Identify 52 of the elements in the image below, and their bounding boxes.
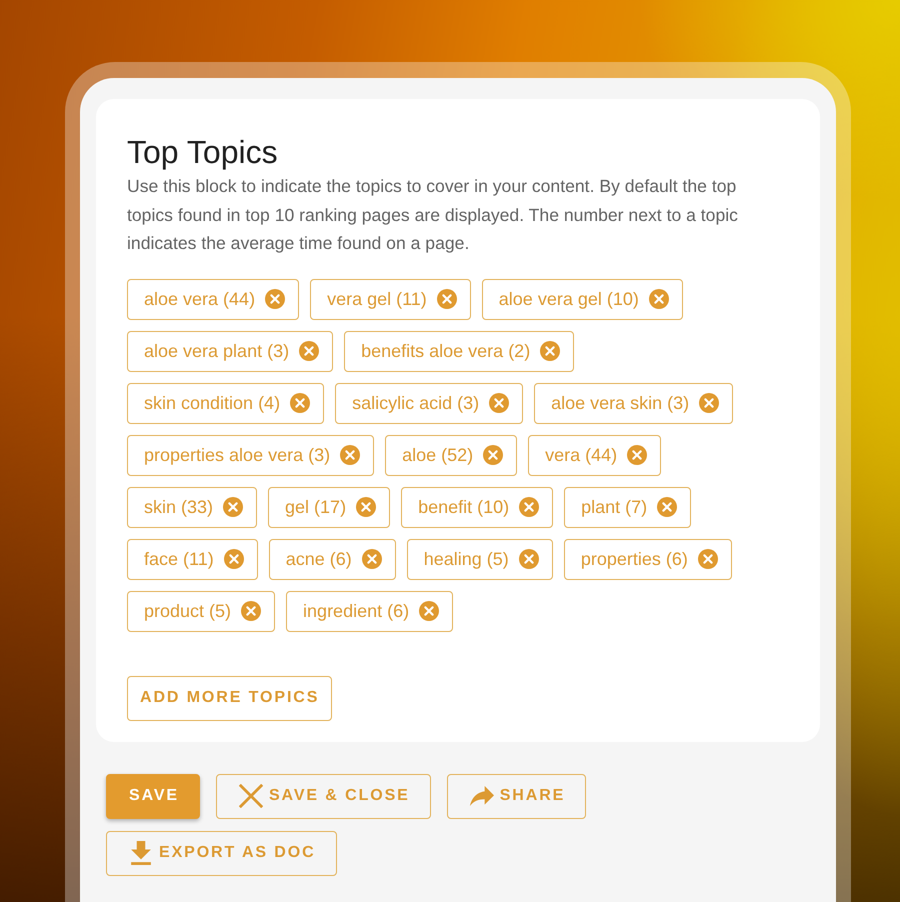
- close-icon[interactable]: [518, 549, 539, 569]
- topic-chip[interactable]: gel (17): [268, 486, 390, 528]
- close-icon[interactable]: [489, 393, 510, 413]
- close-icon[interactable]: [648, 289, 669, 309]
- topic-chip[interactable]: healing (5): [406, 538, 553, 580]
- close-icon[interactable]: [299, 341, 320, 361]
- download-icon: [129, 841, 153, 865]
- card-description: Use this block to indicate the topics to cover in your content. By default the top topics found in top 10 ranking pages are displayed. The number next to a topic indicates the average time found on a page.: [127, 175, 739, 255]
- topic-chip[interactable]: skin (33): [127, 486, 258, 528]
- close-icon[interactable]: [356, 497, 376, 517]
- topic-chip[interactable]: skin condition (4): [127, 382, 324, 424]
- close-icon[interactable]: [224, 549, 244, 569]
- topic-chip[interactable]: aloe vera gel (10): [482, 278, 683, 320]
- card-title: Top Topics: [127, 133, 279, 171]
- share-button[interactable]: SHARE: [446, 774, 586, 818]
- topic-chip[interactable]: aloe (52): [385, 434, 518, 476]
- topic-chip[interactable]: vera (44): [528, 434, 662, 476]
- topic-chip[interactable]: properties aloe vera (3): [127, 434, 374, 476]
- topic-chip[interactable]: face (11): [127, 538, 258, 580]
- close-icon[interactable]: [519, 497, 540, 517]
- close-icon[interactable]: [436, 289, 457, 309]
- topic-chip[interactable]: benefit (10): [401, 486, 554, 528]
- close-icon[interactable]: [657, 497, 678, 517]
- close-icon: [238, 784, 263, 808]
- topic-chip[interactable]: aloe vera (44): [127, 278, 300, 320]
- save-close-button[interactable]: SAVE & CLOSE: [216, 774, 431, 818]
- close-icon[interactable]: [265, 289, 286, 309]
- topic-chip[interactable]: salicylic acid (3): [335, 382, 524, 424]
- topic-chip[interactable]: vera gel (11): [310, 278, 471, 320]
- close-icon[interactable]: [223, 497, 244, 517]
- topic-chip[interactable]: aloe vera skin (3): [534, 382, 734, 424]
- close-icon[interactable]: [483, 445, 504, 465]
- close-icon[interactable]: [362, 549, 382, 569]
- export-button[interactable]: EXPORT AS DOC: [106, 830, 337, 876]
- close-icon[interactable]: [419, 601, 440, 621]
- close-icon[interactable]: [698, 549, 718, 569]
- topic-chip[interactable]: ingredient (6): [286, 590, 454, 632]
- close-icon[interactable]: [699, 393, 720, 413]
- topic-chip[interactable]: product (5): [127, 590, 276, 632]
- close-icon[interactable]: [241, 601, 262, 621]
- save-button[interactable]: SAVE: [106, 774, 200, 818]
- topic-chip[interactable]: plant (7): [564, 486, 692, 528]
- close-icon[interactable]: [340, 445, 360, 465]
- share-arrow-icon: [470, 784, 494, 808]
- close-icon[interactable]: [290, 393, 310, 413]
- topic-chip[interactable]: acne (6): [268, 538, 396, 580]
- add-topics-button[interactable]: ADD MORE TOPICS: [127, 676, 332, 720]
- topic-chip[interactable]: properties (6): [564, 538, 732, 580]
- topic-chip[interactable]: benefits aloe vera (2): [344, 330, 574, 372]
- topic-chip[interactable]: aloe vera plant (3): [127, 330, 334, 372]
- close-icon[interactable]: [540, 341, 560, 361]
- close-icon[interactable]: [627, 445, 648, 465]
